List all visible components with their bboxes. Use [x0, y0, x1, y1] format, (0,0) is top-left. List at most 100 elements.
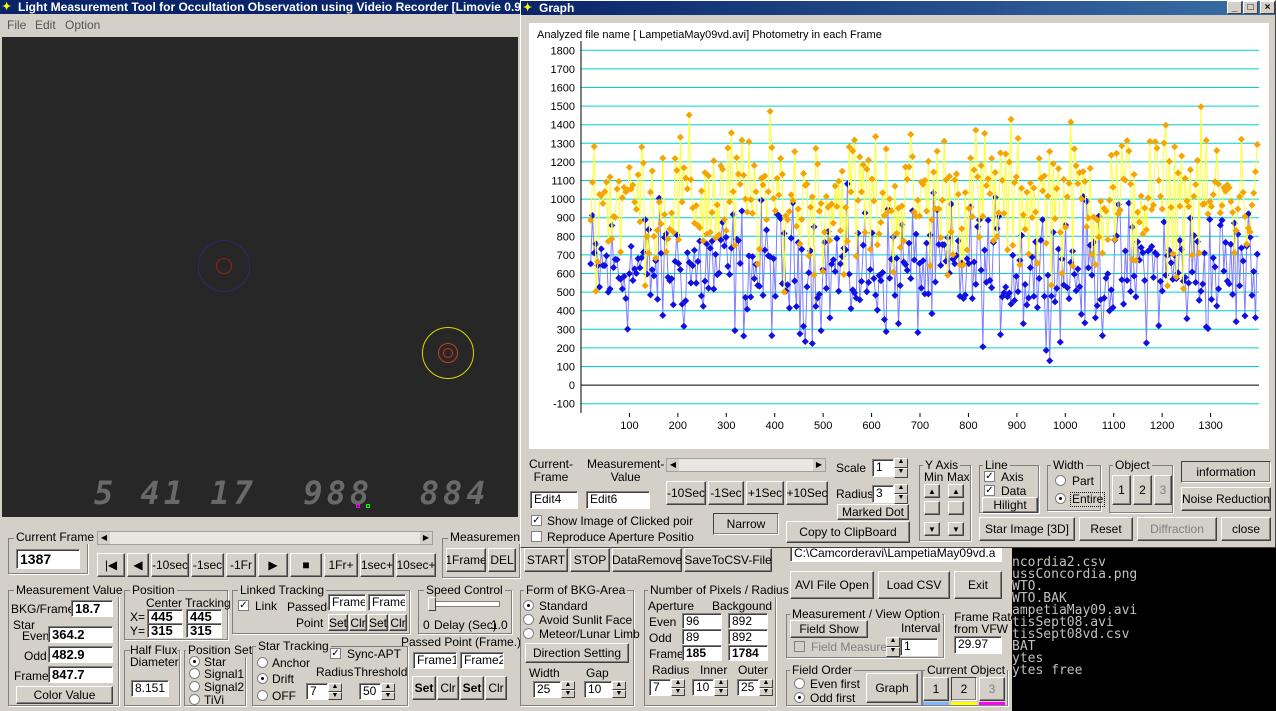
- graph-scroll[interactable]: ◀ ▶: [666, 458, 826, 472]
- graph-minus10-button[interactable]: -10Sec: [666, 481, 706, 505]
- plus-1sec-button[interactable]: 1sec+: [360, 553, 394, 577]
- exit-button[interactable]: Exit: [954, 571, 1002, 599]
- lt-clr2-button[interactable]: Clr: [389, 614, 407, 631]
- pp-clr2-button[interactable]: Clr: [485, 676, 507, 700]
- off-radio[interactable]: [257, 690, 268, 701]
- ps-tivi-radio[interactable]: [189, 694, 200, 705]
- pp-set1-button[interactable]: Set: [412, 676, 436, 700]
- first-frame-button[interactable]: |◀: [97, 553, 125, 577]
- st-radius-value[interactable]: 7: [306, 683, 328, 700]
- graph-object-1[interactable]: 1: [1112, 475, 1131, 505]
- bkg-sunlit-radio[interactable]: [523, 614, 534, 625]
- even-first-radio[interactable]: [794, 678, 805, 689]
- del-button[interactable]: DEL: [488, 548, 516, 572]
- graph-radius-spinner[interactable]: ▲ ▼: [894, 484, 908, 504]
- scale-value[interactable]: 1: [872, 459, 894, 477]
- close-button[interactable]: close: [1221, 517, 1271, 541]
- y-min-down[interactable]: ▼: [924, 522, 940, 536]
- color-value-button[interactable]: Color Value: [16, 686, 113, 704]
- play-button[interactable]: ▶: [258, 553, 288, 577]
- data-checkbox[interactable]: ✓: [984, 485, 995, 496]
- speed-slider-thumb[interactable]: [428, 597, 436, 611]
- np-outer-value[interactable]: 25: [737, 679, 759, 696]
- graph-plus10-button[interactable]: +10Sec: [786, 481, 828, 505]
- current-frame-field[interactable]: 1387: [16, 549, 80, 569]
- ps-signal2-radio[interactable]: [189, 681, 200, 692]
- marked-dot-button[interactable]: Marked Dot: [837, 504, 909, 520]
- np-radius-value[interactable]: 7: [649, 679, 671, 696]
- hilight-button[interactable]: Hilight: [982, 497, 1038, 513]
- object-3-button[interactable]: 3: [979, 677, 1005, 701]
- bkg-standard-radio[interactable]: [523, 600, 534, 611]
- pp-frame1[interactable]: Frame1: [413, 652, 457, 669]
- object-2-button[interactable]: 2: [951, 677, 977, 701]
- scale-spinner[interactable]: ▲ ▼: [894, 458, 908, 478]
- graph-object-3[interactable]: 3: [1154, 475, 1172, 505]
- plus-10sec-button[interactable]: 10sec+: [396, 553, 436, 577]
- np-inner-value[interactable]: 10: [692, 679, 714, 696]
- stop-measure-button[interactable]: STOP: [570, 548, 610, 572]
- menu-option[interactable]: Option: [65, 16, 100, 34]
- object-1-button[interactable]: 1: [923, 677, 949, 701]
- field-measure-checkbox[interactable]: [794, 641, 805, 652]
- y-min-mid[interactable]: [924, 501, 940, 515]
- graph-scroll-right[interactable]: ▶: [813, 459, 825, 471]
- lt-set2-button[interactable]: Set: [368, 614, 388, 631]
- save-csv-button[interactable]: SaveToCSV-File: [684, 548, 772, 572]
- lt-clr1-button[interactable]: Clr: [349, 614, 367, 631]
- interval-value[interactable]: 1: [900, 638, 938, 656]
- diffraction-button[interactable]: Diffraction: [1137, 517, 1217, 541]
- minus-1fr-button[interactable]: -1Fr: [226, 553, 256, 577]
- bkg-gap-value[interactable]: 10: [584, 681, 612, 698]
- bkg-meteor-radio[interactable]: [523, 628, 534, 639]
- graph-radius-value[interactable]: 3: [872, 485, 894, 503]
- part-radio[interactable]: [1055, 475, 1066, 486]
- close-window-button[interactable]: ×: [1260, 1, 1275, 14]
- ps-star-radio[interactable]: [189, 656, 200, 667]
- noise-reduction-button[interactable]: Noise Reduction: [1181, 487, 1271, 511]
- maximize-button[interactable]: □: [1243, 1, 1258, 14]
- entire-radio[interactable]: [1055, 493, 1066, 504]
- slider-right-arrow[interactable]: ▶: [420, 532, 432, 544]
- np-outer-spinner[interactable]: ▲ ▼: [759, 679, 773, 696]
- video-frame[interactable]: 5 41 17 988 884: [2, 37, 518, 517]
- bkg-width-value[interactable]: 25: [533, 681, 561, 698]
- pp-frame2[interactable]: Frame2: [460, 652, 504, 669]
- menu-file[interactable]: File: [7, 16, 26, 34]
- axis-checkbox[interactable]: ✓: [984, 471, 995, 482]
- plus-1fr-button[interactable]: 1Fr+: [324, 553, 358, 577]
- information-button[interactable]: information: [1181, 461, 1271, 483]
- bkg-gap-spinner[interactable]: ▲ ▼: [612, 681, 626, 698]
- copy-clipboard-button[interactable]: Copy to ClipBoard: [786, 521, 910, 543]
- pp-set2-button[interactable]: Set: [460, 676, 484, 700]
- np-inner-spinner[interactable]: ▲ ▼: [714, 679, 728, 696]
- menu-edit[interactable]: Edit: [35, 16, 56, 34]
- edit4-field[interactable]: Edit4: [530, 491, 578, 509]
- threshold-spinner[interactable]: ▲ ▼: [381, 683, 395, 700]
- bkg-width-spinner[interactable]: ▲ ▼: [561, 681, 575, 698]
- avi-open-button[interactable]: AVI File Open: [790, 571, 874, 599]
- y-max-up[interactable]: ▲: [948, 484, 964, 498]
- prev-button[interactable]: ◀: [127, 553, 149, 577]
- stop-button[interactable]: ■: [290, 553, 322, 577]
- minus-1sec-button[interactable]: -1sec: [191, 553, 224, 577]
- narrow-button[interactable]: Narrow: [713, 513, 779, 535]
- interval-spinner[interactable]: ▲ ▼: [886, 637, 900, 657]
- one-frame-button[interactable]: 1Frame: [446, 548, 486, 572]
- graph-minus1-button[interactable]: -1Sec: [708, 481, 744, 505]
- edit6-field[interactable]: Edit6: [586, 491, 650, 509]
- field-show-button[interactable]: Field Show: [790, 620, 868, 638]
- st-radius-spinner[interactable]: ▲ ▼: [328, 683, 342, 700]
- pp-clr1-button[interactable]: Clr: [437, 676, 459, 700]
- graph-button[interactable]: Graph: [866, 673, 918, 703]
- lt-frame2[interactable]: Frame2: [368, 594, 406, 611]
- y-min-up[interactable]: ▲: [924, 484, 940, 498]
- y-max-down[interactable]: ▼: [948, 522, 964, 536]
- direction-setting-button[interactable]: Direction Setting: [525, 643, 629, 663]
- drift-radio[interactable]: [257, 673, 268, 684]
- ps-signal1-radio[interactable]: [189, 668, 200, 679]
- slider-left-arrow[interactable]: ◀: [98, 532, 110, 544]
- np-radius-spinner[interactable]: ▲ ▼: [671, 679, 685, 696]
- graph-plot-area[interactable]: Analyzed file name [ LampetiaMay09vd.avi…: [529, 23, 1269, 449]
- graph-object-2[interactable]: 2: [1133, 475, 1152, 505]
